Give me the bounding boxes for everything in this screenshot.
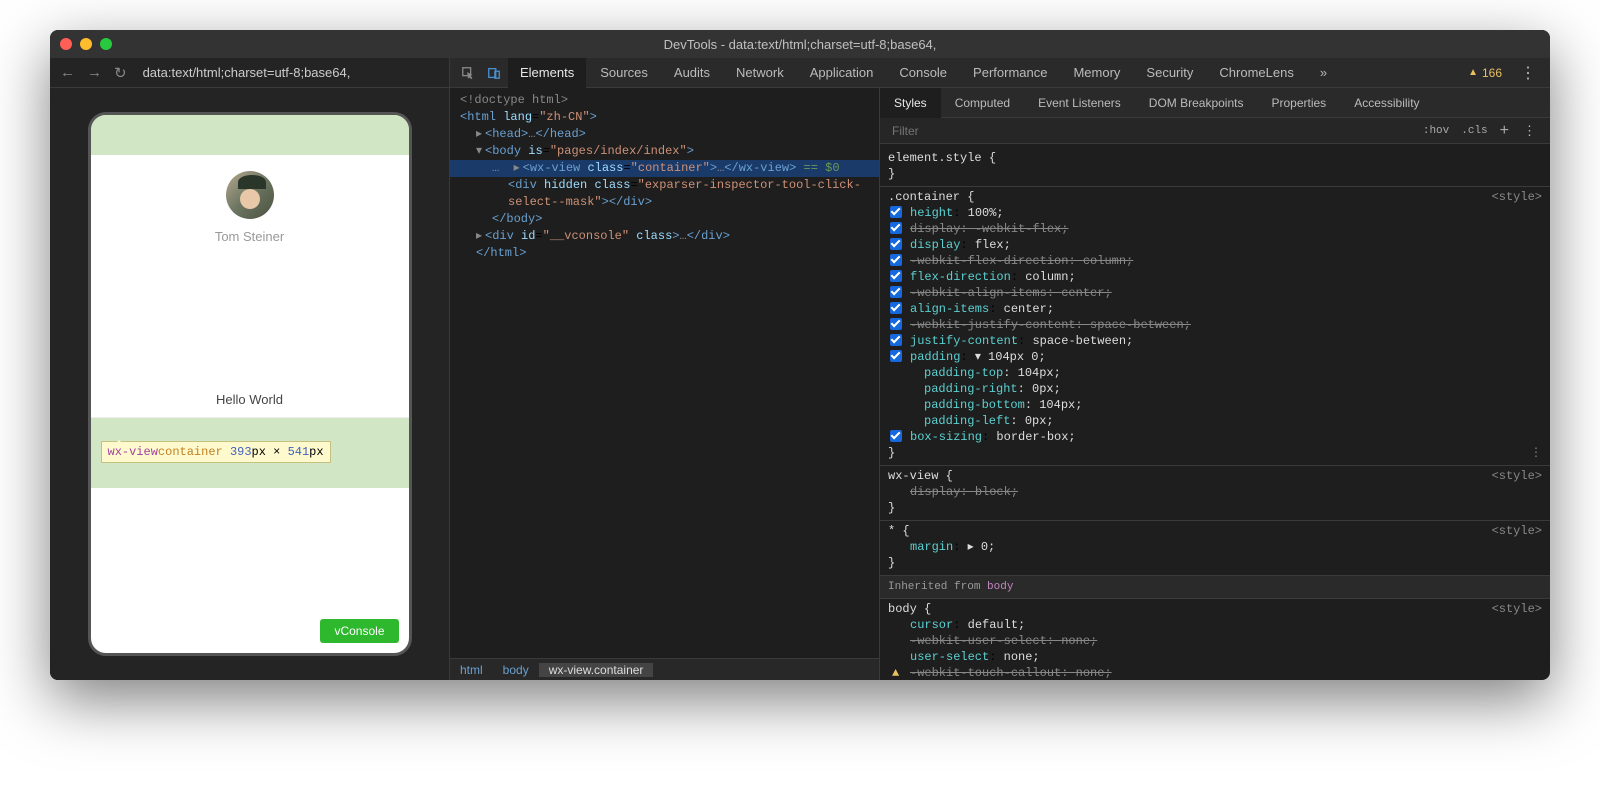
titlebar: DevTools - data:text/html;charset=utf-8;… [50,30,1550,58]
selected-node[interactable]: … <wx-view class="container">…</wx-view>… [450,160,879,177]
styles-rules[interactable]: element.style { } .container {<style> he… [880,144,1550,680]
reload-icon[interactable]: ↻ [114,64,127,82]
tab-performance[interactable]: Performance [961,58,1059,88]
tab-memory[interactable]: Memory [1061,58,1132,88]
tab-elements[interactable]: Elements [508,58,586,88]
device-toggle-icon[interactable] [486,65,502,81]
tab-security[interactable]: Security [1134,58,1205,88]
window-title: DevTools - data:text/html;charset=utf-8;… [50,37,1550,52]
cls-button[interactable]: .cls [1455,123,1493,139]
styles-menu-icon[interactable]: ⋮ [1515,123,1544,139]
stab-computed[interactable]: Computed [941,88,1024,118]
avatar [226,171,274,219]
add-rule-icon[interactable]: + [1494,122,1515,140]
username-label: Tom Steiner [215,229,284,244]
tab-sources[interactable]: Sources [588,58,660,88]
kebab-icon[interactable]: ⋮ [1512,63,1544,83]
inspect-icon[interactable] [460,65,476,81]
main-tabs: Elements Sources Audits Network Applicat… [450,58,1550,88]
url-text: data:text/html;charset=utf-8;base64, [143,65,351,80]
tab-audits[interactable]: Audits [662,58,722,88]
nav-bar: ← → ↻ data:text/html;charset=utf-8;base6… [50,58,449,88]
hello-label: Hello World [91,382,409,418]
tabs-overflow[interactable]: » [1308,58,1339,88]
crumb-body[interactable]: body [493,663,539,677]
crumb-wxview[interactable]: wx-view.container [539,663,654,677]
element-tooltip: wx-viewcontainer 393px × 541px [101,441,331,463]
filter-input[interactable] [886,122,1417,140]
styles-tabs: Styles Computed Event Listeners DOM Brea… [880,88,1550,118]
crumb-html[interactable]: html [450,663,493,677]
device-preview: Tom Steiner Hello World wx-viewcontainer… [88,112,412,656]
back-icon[interactable]: ← [60,64,75,81]
tab-application[interactable]: Application [798,58,886,88]
tab-network[interactable]: Network [724,58,796,88]
stab-properties[interactable]: Properties [1257,88,1340,118]
stab-styles[interactable]: Styles [880,88,941,118]
tab-console[interactable]: Console [887,58,959,88]
warning-count[interactable]: 166 [1468,66,1502,80]
vconsole-button[interactable]: vConsole [320,619,398,643]
breadcrumb: html body wx-view.container [450,658,879,680]
hov-button[interactable]: :hov [1417,123,1455,139]
stab-event-listeners[interactable]: Event Listeners [1024,88,1135,118]
dom-tree[interactable]: <!doctype html> <html lang="zh-CN"> <hea… [450,88,879,658]
stab-dom-breakpoints[interactable]: DOM Breakpoints [1135,88,1258,118]
stab-accessibility[interactable]: Accessibility [1340,88,1433,118]
forward-icon[interactable]: → [87,64,102,81]
tab-chromelens[interactable]: ChromeLens [1207,58,1305,88]
